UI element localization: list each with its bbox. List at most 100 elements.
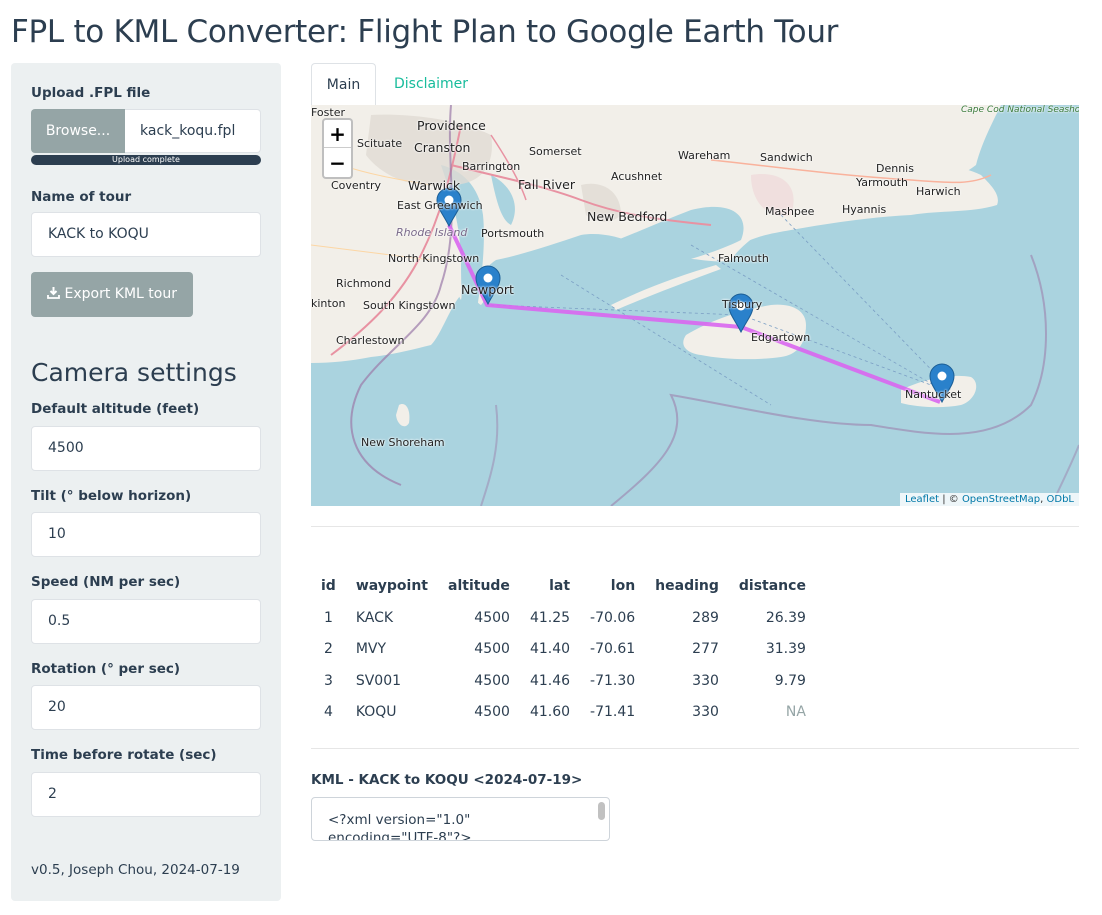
download-icon: [47, 287, 60, 299]
cell-lat: 41.40: [529, 641, 571, 658]
cell-waypoint: SV001: [355, 672, 402, 689]
altitude-label: Default altitude (feet): [31, 401, 200, 417]
divider: [311, 748, 1079, 749]
col-header-lon: lon: [610, 578, 636, 594]
route-map[interactable]: Foster Providence Scituate Cranston Barr…: [311, 105, 1079, 506]
browse-button[interactable]: Browse...: [31, 109, 125, 153]
state-label: Rhode Island: [396, 226, 468, 239]
sidebar-panel: Upload .FPL file Browse... kack_koqu.fpl…: [11, 63, 281, 901]
place-label: Dennis: [876, 162, 914, 175]
speed-label: Speed (NM per sec): [31, 574, 181, 590]
place-label: Providence: [417, 118, 486, 133]
place-label: Warwick: [408, 178, 461, 193]
tour-name-input[interactable]: KACK to KOQU: [31, 212, 261, 257]
rotate-delay-input[interactable]: 2: [31, 772, 261, 817]
place-label: Cranston: [414, 140, 471, 155]
place-label: Fall River: [518, 177, 576, 192]
tab-disclaimer[interactable]: Disclaimer: [394, 63, 468, 105]
table-row: 1 KACK 4500 41.25 -70.06 289 26.39: [311, 602, 816, 634]
place-label: Yarmouth: [856, 176, 908, 189]
place-label: Newport: [461, 282, 514, 297]
place-label: North Kingstown: [388, 252, 480, 265]
cell-heading: 330: [692, 704, 719, 721]
place-label: Sandwich: [760, 151, 813, 164]
place-label: Barrington: [462, 160, 521, 173]
tilt-label: Tilt (° below horizon): [31, 488, 192, 504]
cell-lon: -71.30: [590, 672, 636, 689]
kml-text: <?xml version="1.0" encoding="UTF-8"?>: [328, 812, 472, 841]
upload-progress-bar: Upload complete: [31, 155, 261, 165]
cell-heading: 289: [692, 609, 719, 626]
leaflet-link[interactable]: Leaflet: [905, 494, 939, 505]
camera-settings-heading: Camera settings: [31, 358, 237, 387]
cell-lat: 41.46: [529, 672, 571, 689]
place-label: Tisbury: [722, 298, 763, 311]
table-header-row: id waypoint altitude lat lon heading dis…: [311, 570, 816, 602]
cell-altitude: 4500: [474, 641, 510, 658]
place-label: Coventry: [331, 179, 382, 192]
place-label: Wareham: [678, 149, 731, 162]
file-name-field[interactable]: kack_koqu.fpl: [125, 109, 261, 153]
block-island: [396, 404, 410, 427]
rotate-delay-label: Time before rotate (sec): [31, 747, 217, 763]
map-attribution: Leaflet | © OpenStreetMap, ODbL: [899, 493, 1079, 506]
tilt-input[interactable]: 10: [31, 512, 261, 557]
table-row: 4 KOQU 4500 41.60 -71.41 330 NA: [311, 697, 816, 729]
file-upload: Browse... kack_koqu.fpl: [31, 109, 261, 153]
cell-altitude: 4500: [474, 609, 510, 626]
altitude-input[interactable]: 4500: [31, 426, 261, 471]
cell-lat: 41.60: [529, 704, 571, 721]
zoom-in-button[interactable]: +: [324, 120, 351, 148]
place-label: Hyannis: [842, 203, 887, 216]
cell-waypoint: KACK: [355, 609, 394, 626]
export-kml-button[interactable]: Export KML tour: [31, 272, 193, 317]
cell-heading: 330: [692, 672, 719, 689]
cell-id: 1: [323, 609, 333, 626]
tab-main[interactable]: Main: [311, 63, 376, 105]
cell-id: 3: [323, 672, 333, 689]
cell-waypoint: MVY: [355, 641, 387, 658]
maritime-boundary-2: [480, 404, 1079, 506]
cell-altitude: 4500: [474, 704, 510, 721]
place-label: kinton: [311, 297, 346, 310]
maritime-boundary: [610, 254, 1047, 506]
cell-id: 4: [323, 704, 333, 721]
upload-status: Upload complete: [112, 155, 180, 164]
place-label: New Shoreham: [361, 436, 445, 449]
place-label: South Kingstown: [363, 299, 456, 312]
attribution-separator: | ©: [939, 494, 962, 505]
export-label: Export KML tour: [64, 286, 177, 302]
place-label: Edgartown: [751, 331, 811, 344]
zoom-control: + −: [322, 118, 353, 179]
cell-lon: -71.41: [590, 704, 636, 721]
place-label: Acushnet: [611, 170, 663, 183]
osm-link[interactable]: OpenStreetMap: [962, 494, 1040, 505]
col-header-distance: distance: [738, 578, 806, 594]
odbl-link[interactable]: ODbL: [1047, 494, 1075, 505]
place-label: Scituate: [357, 137, 403, 150]
rotation-input[interactable]: 20: [31, 685, 261, 730]
page-title: FPL to KML Converter: Flight Plan to Goo…: [11, 14, 839, 50]
cell-lat: 41.25: [529, 609, 571, 626]
col-header-id: id: [321, 578, 336, 594]
park-label: Cape Cod National Seashore: [961, 105, 1079, 115]
kml-output-textarea[interactable]: <?xml version="1.0" encoding="UTF-8"?>: [311, 797, 610, 841]
zoom-out-button[interactable]: −: [324, 149, 351, 177]
place-label: Nantucket: [905, 388, 962, 401]
place-label: Falmouth: [718, 252, 769, 265]
place-label: Mashpee: [765, 205, 815, 218]
place-label: Portsmouth: [481, 227, 545, 240]
upload-label: Upload .FPL file: [31, 85, 151, 101]
cell-lon: -70.06: [590, 609, 636, 626]
scrollbar-thumb[interactable]: [598, 802, 605, 820]
cell-heading: 277: [692, 641, 719, 658]
col-header-waypoint: waypoint: [355, 578, 429, 594]
col-header-lat: lat: [549, 578, 571, 594]
speed-input[interactable]: 0.5: [31, 599, 261, 644]
place-label: Harwich: [916, 185, 961, 198]
waypoint-table: id waypoint altitude lat lon heading dis…: [311, 570, 816, 728]
textarea-scrollbar[interactable]: [596, 800, 607, 838]
rotation-label: Rotation (° per sec): [31, 661, 181, 677]
place-label: New Bedford: [587, 209, 668, 224]
table-row: 2 MVY 4500 41.40 -70.61 277 31.39: [311, 634, 816, 666]
